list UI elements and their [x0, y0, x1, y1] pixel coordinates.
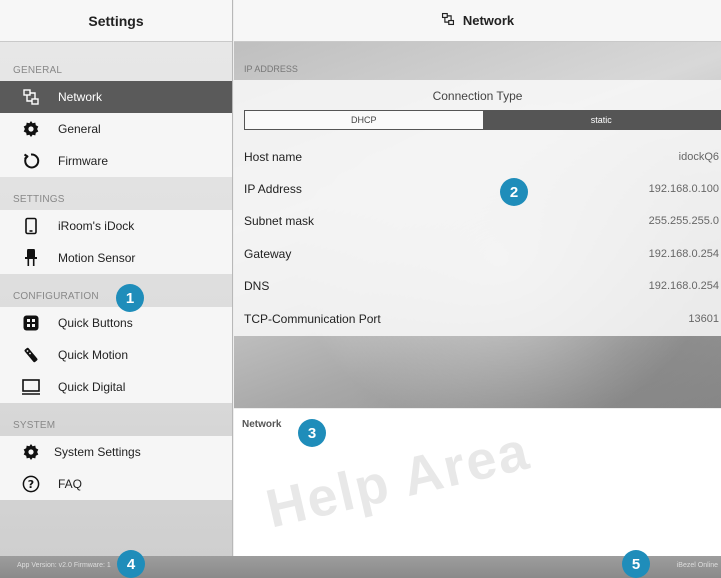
host-name-row[interactable]: Host name idockQ6	[234, 141, 721, 173]
tablet-icon	[20, 216, 42, 236]
row-label: DNS	[244, 279, 270, 293]
sidebar-item-quick-motion[interactable]: Quick Motion	[0, 339, 232, 371]
sidebar: Settings GENERAL Network General Firmwar…	[0, 0, 233, 556]
sidebar-item-system-settings[interactable]: System Settings	[0, 436, 232, 468]
callout-badge-3: 3	[298, 419, 326, 447]
sidebar-item-label: Quick Buttons	[58, 316, 133, 330]
sidebar-item-label: Network	[58, 90, 103, 104]
gear-icon	[20, 119, 42, 139]
network-icon	[20, 87, 42, 107]
network-icon	[441, 12, 455, 29]
sidebar-item-label: Quick Motion	[58, 348, 129, 362]
row-value[interactable]: 192.168.0.254	[649, 280, 721, 292]
grid-buttons-icon	[20, 313, 42, 333]
row-value[interactable]: 192.168.0.254	[649, 248, 721, 260]
callout-badge-4: 4	[117, 550, 145, 578]
connection-type-label: Connection Type	[432, 89, 523, 103]
connection-type-segmented-control: DHCP static	[244, 110, 721, 130]
row-label: TCP-Communication Port	[244, 312, 381, 326]
sidebar-item-general[interactable]: General	[0, 113, 232, 145]
connection-status-text: iBezel Online	[676, 562, 718, 569]
sidebar-item-iroom-idock[interactable]: iRoom's iDock	[0, 210, 232, 242]
remote-icon	[20, 345, 42, 365]
row-label: Host name	[244, 150, 303, 164]
sidebar-item-motion-sensor[interactable]: Motion Sensor	[0, 242, 232, 274]
question-icon: ?	[20, 474, 42, 494]
sidebar-item-firmware[interactable]: Firmware	[0, 145, 232, 177]
gateway-row[interactable]: Gateway 192.168.0.254	[234, 238, 721, 270]
ip-address-row[interactable]: IP Address 192.168.0.100	[234, 173, 721, 205]
sidebar-item-label: System Settings	[54, 445, 141, 459]
sidebar-title: Settings	[0, 0, 232, 42]
section-label-system: SYSTEM	[13, 420, 56, 431]
row-label: Gateway	[244, 247, 292, 261]
row-value[interactable]: 192.168.0.100	[649, 183, 721, 195]
static-option[interactable]: static	[482, 111, 720, 129]
subnet-mask-row[interactable]: Subnet mask 255.255.255.0	[234, 205, 721, 237]
svg-text:?: ?	[28, 478, 34, 491]
sidebar-item-quick-digital[interactable]: Quick Digital	[0, 371, 232, 403]
row-value[interactable]: 255.255.255.0	[649, 215, 721, 227]
network-settings-panel: Connection Type DHCP static Host name id…	[234, 80, 721, 336]
tcp-port-row[interactable]: TCP-Communication Port 13601	[234, 303, 721, 335]
sidebar-item-label: Firmware	[58, 154, 108, 168]
monitor-icon	[20, 377, 42, 397]
section-label-general: GENERAL	[13, 65, 63, 76]
section-label-settings: SETTINGS	[13, 194, 65, 205]
help-title: Network	[242, 419, 282, 430]
sidebar-item-label: General	[58, 122, 101, 136]
row-label: IP Address	[244, 182, 302, 196]
sidebar-item-label: FAQ	[58, 477, 83, 491]
dhcp-option[interactable]: DHCP	[245, 111, 483, 129]
row-label: Subnet mask	[244, 214, 315, 228]
callout-badge-1: 1	[116, 284, 144, 312]
row-value[interactable]: idockQ6	[679, 151, 721, 163]
gear-icon	[20, 442, 42, 462]
app-version-text: App Version: v2.0 Firmware: 1	[17, 562, 111, 569]
ip-address-section-label: IP ADDRESS	[244, 64, 298, 74]
sidebar-item-faq[interactable]: ? FAQ	[0, 468, 232, 500]
sidebar-item-network[interactable]: Network	[0, 81, 232, 113]
callout-badge-5: 5	[622, 550, 650, 578]
sidebar-item-label: Quick Digital	[58, 380, 126, 394]
page-title: Network	[462, 13, 515, 28]
sidebar-item-label: Motion Sensor	[58, 251, 136, 265]
callout-badge-2: 2	[500, 178, 528, 206]
status-bar: App Version: v2.0 Firmware: 1 iBezel Onl…	[0, 556, 721, 578]
row-value[interactable]: 13601	[688, 313, 721, 325]
refresh-icon	[20, 151, 42, 171]
sidebar-item-quick-buttons[interactable]: Quick Buttons	[0, 307, 232, 339]
main-header: Network	[234, 0, 721, 42]
sidebar-item-label: iRoom's iDock	[58, 219, 135, 233]
sensor-icon	[20, 248, 42, 268]
dns-row[interactable]: DNS 192.168.0.254	[234, 270, 721, 302]
